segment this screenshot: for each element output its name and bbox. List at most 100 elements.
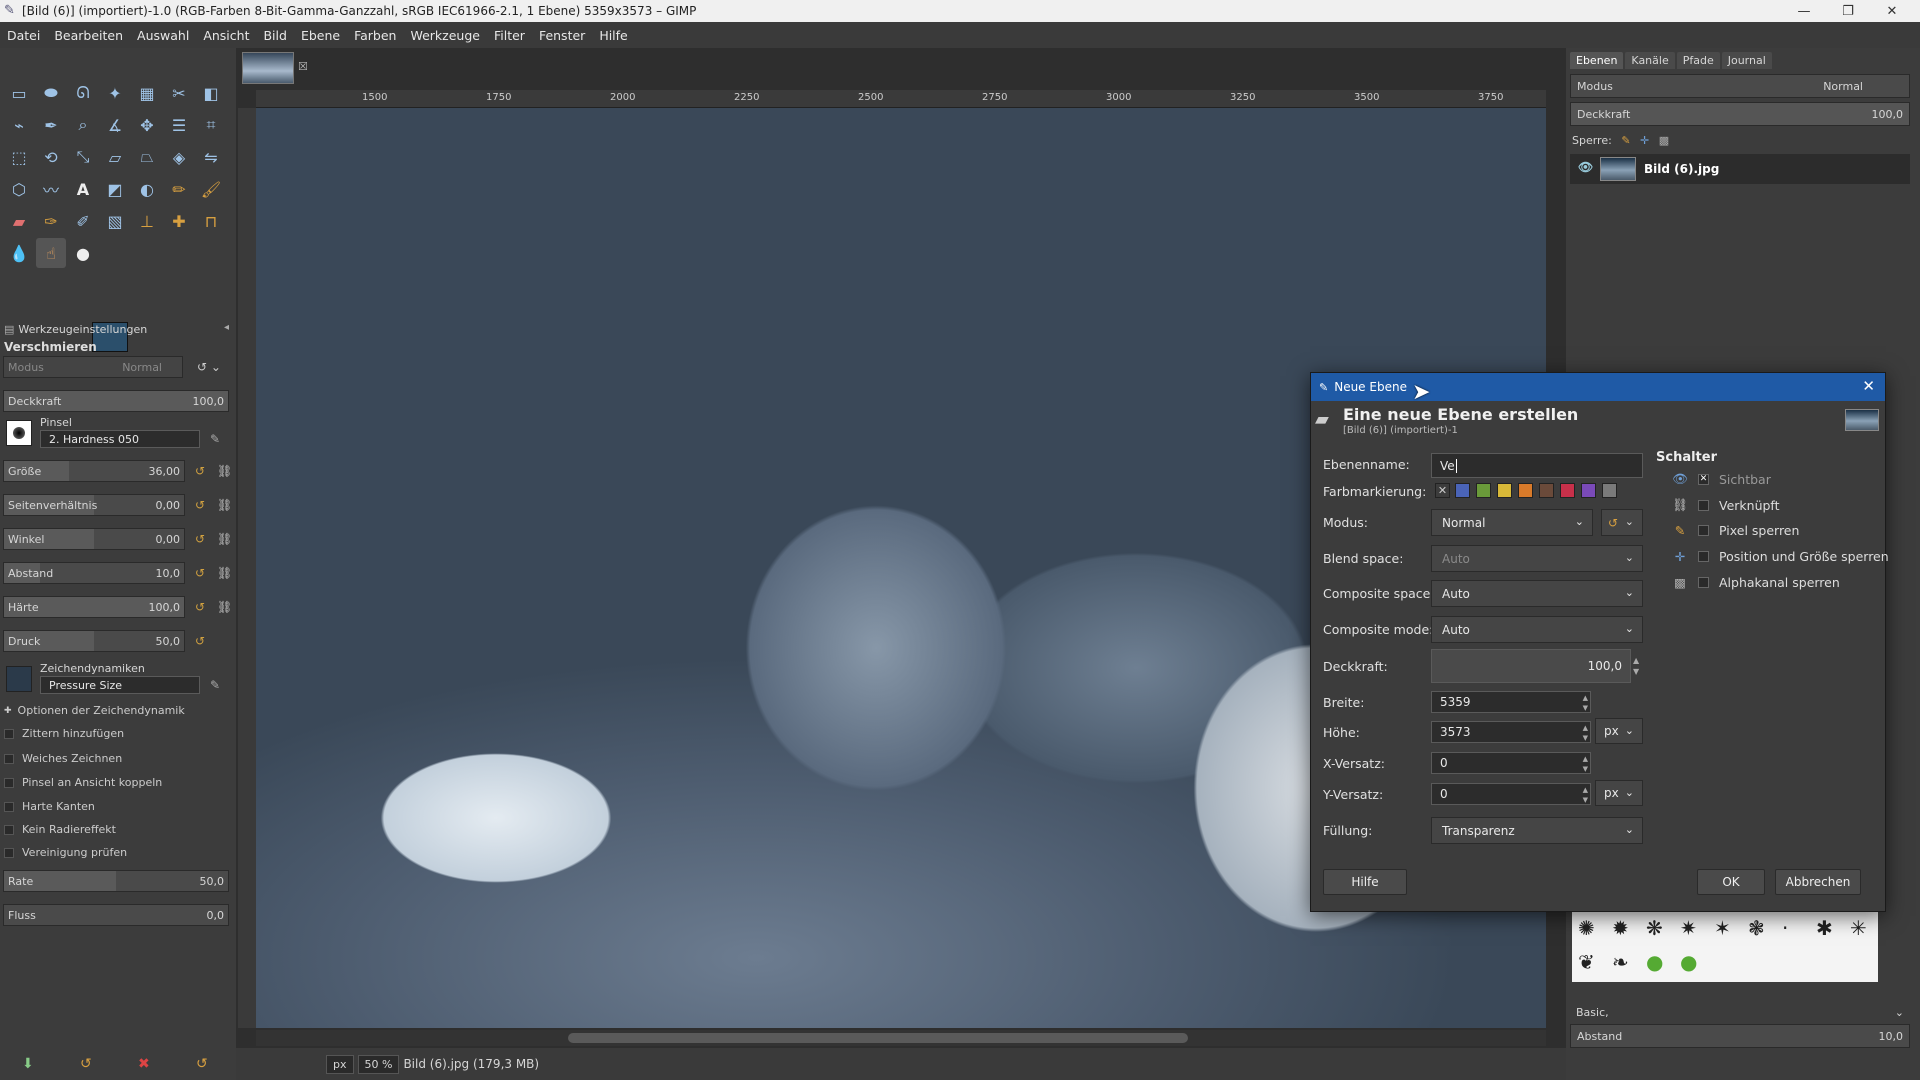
check-no-erase[interactable]: Kein Radiereffekt	[4, 823, 116, 836]
dynamics-edit-icon[interactable]: ✎	[210, 678, 220, 692]
flow-slider[interactable]: Fluss 0,0	[3, 904, 229, 926]
switch-visible[interactable]: 👁 ✕ Sichtbar	[1672, 471, 1771, 487]
spacing-link-icon[interactable]: ⛓	[217, 566, 232, 580]
aspect-link-icon[interactable]: ⛓	[217, 498, 232, 512]
pressure-reset-icon[interactable]: ↺	[195, 634, 205, 648]
maximize-icon[interactable]: ❐	[1826, 0, 1870, 22]
layer-row[interactable]: 👁 Bild (6).jpg	[1570, 154, 1910, 184]
align-icon[interactable]: ☰	[164, 110, 194, 140]
aspect-reset-icon[interactable]: ↺	[195, 498, 205, 512]
text-icon[interactable]: A	[68, 174, 98, 204]
save-options-icon[interactable]: ⬇	[22, 1056, 34, 1072]
color-tag-orange[interactable]	[1518, 483, 1533, 498]
y-offset-spinner[interactable]: ▲ ▼	[1583, 785, 1588, 805]
mode-select[interactable]: Modus Normal	[3, 356, 183, 378]
perspective-icon[interactable]: ⏢	[132, 142, 162, 172]
color-tag-yellow[interactable]	[1497, 483, 1512, 498]
zoom-icon[interactable]: ⌕	[68, 110, 98, 140]
size-unit-combo[interactable]: px ⌄	[1595, 718, 1643, 744]
restore-options-icon[interactable]: ↺	[80, 1056, 92, 1072]
layer-opacity-slider[interactable]: Deckkraft 100,0	[1570, 102, 1910, 126]
brush-name[interactable]: 2. Hardness 050	[40, 430, 200, 448]
brush-preview[interactable]	[6, 420, 32, 446]
fuzzy-select-icon[interactable]: ✦	[100, 78, 130, 108]
clone-icon[interactable]: ⊥	[132, 206, 162, 236]
switch-lock-alpha[interactable]: ▩ Alphakanal sperren	[1672, 575, 1840, 590]
layer-mode-select[interactable]: Modus Normal	[1570, 74, 1910, 98]
mode-reset-button[interactable]: ↺ ⌄	[1601, 509, 1643, 536]
close-window-icon[interactable]: ✕	[1870, 0, 1914, 22]
spacing-reset-icon[interactable]: ↺	[195, 566, 205, 580]
menu-datei[interactable]: Datei	[0, 28, 47, 43]
layer-name-input[interactable]: Ve	[1431, 453, 1643, 478]
linked-checkbox[interactable]	[1698, 499, 1709, 511]
check-jitter[interactable]: Zittern hinzufügen	[4, 727, 124, 740]
heal-icon[interactable]: ✚	[164, 206, 194, 236]
tab-journal[interactable]: Journal	[1721, 52, 1772, 69]
color-select-icon[interactable]: ▦	[132, 78, 162, 108]
ok-button[interactable]: OK	[1697, 869, 1765, 895]
eraser-icon[interactable]: ▰	[4, 206, 34, 236]
composite-space-combo[interactable]: Auto ⌄	[1431, 580, 1643, 607]
cage-icon[interactable]: ⬡	[4, 174, 34, 204]
smudge-icon[interactable]: ☝	[36, 238, 66, 268]
lock-pixels-icon[interactable]: ✎	[1621, 134, 1630, 147]
warp-icon[interactable]: 〰	[36, 174, 66, 204]
dynamics-name[interactable]: Pressure Size	[40, 676, 200, 694]
menu-filter[interactable]: Filter	[487, 28, 532, 43]
hardness-slider[interactable]: Härte 100,0	[3, 596, 185, 618]
lasso-icon[interactable]: ᘏ	[68, 78, 98, 108]
opacity-slider[interactable]: 100,0	[1431, 649, 1631, 683]
menu-ebene[interactable]: Ebene	[294, 28, 347, 43]
angle-link-icon[interactable]: ⛓	[217, 532, 232, 546]
check-hard-edges[interactable]: Harte Kanten	[4, 800, 95, 813]
rotate-icon[interactable]: ⟲	[36, 142, 66, 172]
delete-options-icon[interactable]: ✖	[138, 1056, 150, 1072]
mode-reset-icon[interactable]: ↺ ⌄	[197, 360, 221, 374]
spacing-slider[interactable]: Abstand 10,0	[3, 562, 185, 584]
x-offset-input[interactable]: 0 ▲ ▼	[1431, 752, 1591, 774]
dialog-titlebar[interactable]: ✎ Neue Ebene ✕	[1311, 373, 1885, 401]
tab-paths[interactable]: Pfade	[1676, 52, 1720, 69]
check-lock-brush-view[interactable]: Pinsel an Ansicht koppeln	[4, 776, 162, 789]
color-tag-brown[interactable]	[1539, 483, 1554, 498]
tab-channels[interactable]: Kanäle	[1625, 52, 1675, 69]
aspect-slider[interactable]: Seitenverhältnis 0,00	[3, 494, 185, 516]
unit-select[interactable]: px	[326, 1054, 354, 1074]
check-smooth[interactable]: Weiches Zeichnen	[4, 752, 122, 765]
bucket-fill-icon[interactable]: ◩	[100, 174, 130, 204]
tab-layers[interactable]: Ebenen	[1570, 52, 1624, 69]
width-spinner[interactable]: ▲ ▼	[1583, 693, 1588, 713]
minimize-icon[interactable]: —	[1782, 0, 1826, 22]
menu-bearbeiten[interactable]: Bearbeiten	[47, 28, 130, 43]
height-input[interactable]: 3573 ▲ ▼	[1431, 721, 1591, 743]
fill-combo[interactable]: Transparenz ⌄	[1431, 817, 1643, 844]
brush-set-select[interactable]: Basic, ⌄	[1570, 1000, 1910, 1024]
opacity-spinner[interactable]: ▲ ▼	[1633, 655, 1639, 677]
hardness-link-icon[interactable]: ⛓	[217, 600, 232, 614]
lock-position-icon[interactable]: ✛	[1640, 134, 1649, 147]
dodge-burn-icon[interactable]: ●	[68, 238, 98, 268]
offset-unit-combo[interactable]: px ⌄	[1595, 780, 1643, 806]
size-reset-icon[interactable]: ↺	[195, 464, 205, 478]
reset-options-icon[interactable]: ↺	[196, 1056, 208, 1072]
hardness-reset-icon[interactable]: ↺	[195, 600, 205, 614]
color-picker-icon[interactable]: ✒	[36, 110, 66, 140]
lock-pixels-checkbox[interactable]	[1698, 525, 1709, 536]
lock-alpha-checkbox[interactable]	[1698, 577, 1709, 588]
visible-checkbox[interactable]: ✕	[1698, 473, 1709, 485]
height-spinner[interactable]: ▲ ▼	[1583, 723, 1588, 743]
menu-auswahl[interactable]: Auswahl	[130, 28, 196, 43]
measure-icon[interactable]: ∡	[100, 110, 130, 140]
switch-lock-pixels[interactable]: ✎ Pixel sperren	[1672, 523, 1800, 538]
flip-icon[interactable]: ⇋	[196, 142, 226, 172]
x-offset-spinner[interactable]: ▲ ▼	[1583, 754, 1588, 774]
width-input[interactable]: 5359 ▲ ▼	[1431, 691, 1591, 713]
color-tag-green[interactable]	[1476, 483, 1491, 498]
move-icon[interactable]: ✥	[132, 110, 162, 140]
pressure-slider[interactable]: Druck 50,0	[3, 630, 185, 652]
foreground-select-icon[interactable]: ◧	[196, 78, 226, 108]
mode-combo[interactable]: Normal ⌄	[1431, 509, 1593, 536]
perspective-clone-icon[interactable]: ⊓	[196, 206, 226, 236]
gradient-icon[interactable]: ◐	[132, 174, 162, 204]
